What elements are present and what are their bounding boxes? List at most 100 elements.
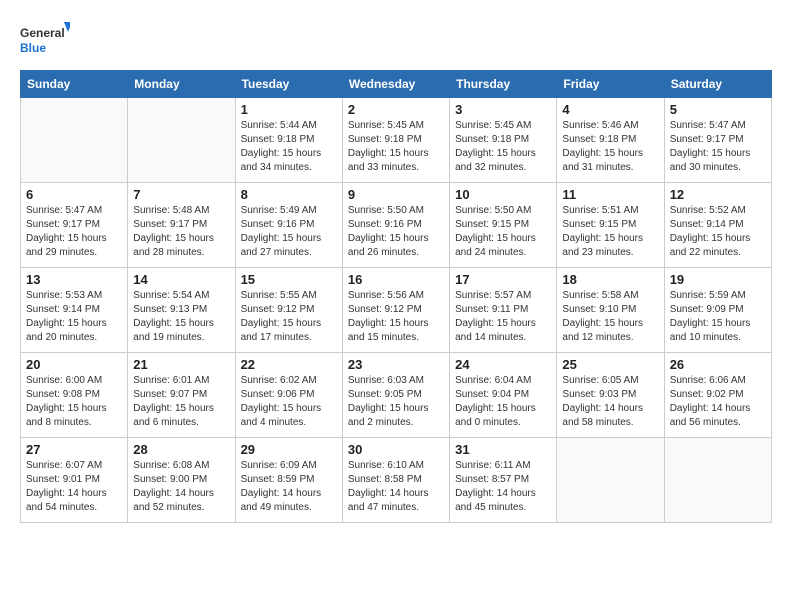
calendar-cell: 18 Sunrise: 5:58 AM Sunset: 9:10 PM Dayli… (557, 268, 664, 353)
day-info: Sunrise: 6:07 AM Sunset: 9:01 PM Dayligh… (26, 459, 122, 515)
calendar-cell (664, 438, 771, 523)
col-header-sunday: Sunday (21, 71, 128, 98)
calendar-cell: 4 Sunrise: 5:46 AM Sunset: 9:18 PM Daylig… (557, 98, 664, 183)
calendar-cell: 15 Sunrise: 5:55 AM Sunset: 9:12 PM Dayli… (235, 268, 342, 353)
week-row-5: 27Sunrise: 6:07 AM Sunset: 9:01 PM Dayli… (21, 438, 772, 523)
day-number: 8 (241, 187, 337, 202)
day-info: Sunrise: 5:44 AM Sunset: 9:18 PM Dayligh… (241, 119, 337, 175)
day-number: 11 (562, 187, 658, 202)
calendar-cell: 11 Sunrise: 5:51 AM Sunset: 9:15 PM Dayli… (557, 183, 664, 268)
day-info: Sunrise: 6:08 AM Sunset: 9:00 PM Dayligh… (133, 459, 229, 515)
day-info: Sunrise: 5:56 AM Sunset: 9:12 PM Dayligh… (348, 289, 444, 345)
day-info: Sunrise: 6:09 AM Sunset: 8:59 PM Dayligh… (241, 459, 337, 515)
day-number: 31 (455, 442, 551, 457)
day-info: Sunrise: 5:54 AM Sunset: 9:13 PM Dayligh… (133, 289, 229, 345)
calendar-cell: 27Sunrise: 6:07 AM Sunset: 9:01 PM Dayli… (21, 438, 128, 523)
calendar-cell: 25Sunrise: 6:05 AM Sunset: 9:03 PM Dayli… (557, 353, 664, 438)
day-info: Sunrise: 5:47 AM Sunset: 9:17 PM Dayligh… (26, 204, 122, 260)
day-info: Sunrise: 6:06 AM Sunset: 9:02 PM Dayligh… (670, 374, 766, 430)
day-number: 3 (455, 102, 551, 117)
day-number: 2 (348, 102, 444, 117)
calendar-cell: 31 Sunrise: 6:11 AM Sunset: 8:57 PM Dayli… (450, 438, 557, 523)
day-number: 29 (241, 442, 337, 457)
svg-text:General: General (20, 26, 65, 40)
day-info: Sunrise: 5:47 AM Sunset: 9:17 PM Dayligh… (670, 119, 766, 175)
calendar-cell: 16 Sunrise: 5:56 AM Sunset: 9:12 PM Dayli… (342, 268, 449, 353)
day-info: Sunrise: 5:50 AM Sunset: 9:16 PM Dayligh… (348, 204, 444, 260)
day-number: 18 (562, 272, 658, 287)
day-info: Sunrise: 6:03 AM Sunset: 9:05 PM Dayligh… (348, 374, 444, 430)
calendar-cell: 3 Sunrise: 5:45 AM Sunset: 9:18 PM Daylig… (450, 98, 557, 183)
day-info: Sunrise: 5:59 AM Sunset: 9:09 PM Dayligh… (670, 289, 766, 345)
week-row-4: 20 Sunrise: 6:00 AM Sunset: 9:08 PM Dayli… (21, 353, 772, 438)
calendar-cell: 14 Sunrise: 5:54 AM Sunset: 9:13 PM Dayli… (128, 268, 235, 353)
day-number: 26 (670, 357, 766, 372)
col-header-friday: Friday (557, 71, 664, 98)
calendar-cell: 17Sunrise: 5:57 AM Sunset: 9:11 PM Dayli… (450, 268, 557, 353)
col-header-thursday: Thursday (450, 71, 557, 98)
day-number: 19 (670, 272, 766, 287)
day-number: 22 (241, 357, 337, 372)
day-number: 7 (133, 187, 229, 202)
day-number: 12 (670, 187, 766, 202)
calendar-cell (21, 98, 128, 183)
day-number: 5 (670, 102, 766, 117)
week-row-2: 6 Sunrise: 5:47 AM Sunset: 9:17 PM Daylig… (21, 183, 772, 268)
calendar-cell: 1 Sunrise: 5:44 AM Sunset: 9:18 PM Daylig… (235, 98, 342, 183)
logo: General Blue (20, 20, 70, 60)
calendar-cell: 2 Sunrise: 5:45 AM Sunset: 9:18 PM Daylig… (342, 98, 449, 183)
day-info: Sunrise: 5:45 AM Sunset: 9:18 PM Dayligh… (348, 119, 444, 175)
day-info: Sunrise: 5:52 AM Sunset: 9:14 PM Dayligh… (670, 204, 766, 260)
day-info: Sunrise: 5:55 AM Sunset: 9:12 PM Dayligh… (241, 289, 337, 345)
calendar-cell: 21 Sunrise: 6:01 AM Sunset: 9:07 PM Dayli… (128, 353, 235, 438)
day-number: 13 (26, 272, 122, 287)
day-number: 1 (241, 102, 337, 117)
day-info: Sunrise: 6:02 AM Sunset: 9:06 PM Dayligh… (241, 374, 337, 430)
day-number: 24 (455, 357, 551, 372)
calendar-cell: 7 Sunrise: 5:48 AM Sunset: 9:17 PM Daylig… (128, 183, 235, 268)
day-number: 30 (348, 442, 444, 457)
calendar-cell: 23 Sunrise: 6:03 AM Sunset: 9:05 PM Dayli… (342, 353, 449, 438)
calendar-cell: 13Sunrise: 5:53 AM Sunset: 9:14 PM Dayli… (21, 268, 128, 353)
calendar-cell (557, 438, 664, 523)
day-info: Sunrise: 5:50 AM Sunset: 9:15 PM Dayligh… (455, 204, 551, 260)
day-number: 15 (241, 272, 337, 287)
calendar-cell: 5 Sunrise: 5:47 AM Sunset: 9:17 PM Daylig… (664, 98, 771, 183)
calendar-cell: 6 Sunrise: 5:47 AM Sunset: 9:17 PM Daylig… (21, 183, 128, 268)
day-number: 6 (26, 187, 122, 202)
calendar-header-row: SundayMondayTuesdayWednesdayThursdayFrid… (21, 71, 772, 98)
day-info: Sunrise: 5:46 AM Sunset: 9:18 PM Dayligh… (562, 119, 658, 175)
logo-svg: General Blue (20, 20, 70, 60)
day-info: Sunrise: 5:51 AM Sunset: 9:15 PM Dayligh… (562, 204, 658, 260)
day-number: 20 (26, 357, 122, 372)
col-header-saturday: Saturday (664, 71, 771, 98)
day-number: 21 (133, 357, 229, 372)
col-header-monday: Monday (128, 71, 235, 98)
svg-text:Blue: Blue (20, 41, 46, 55)
day-number: 14 (133, 272, 229, 287)
day-number: 9 (348, 187, 444, 202)
day-info: Sunrise: 5:57 AM Sunset: 9:11 PM Dayligh… (455, 289, 551, 345)
day-number: 10 (455, 187, 551, 202)
day-info: Sunrise: 5:48 AM Sunset: 9:17 PM Dayligh… (133, 204, 229, 260)
calendar-cell: 10 Sunrise: 5:50 AM Sunset: 9:15 PM Dayli… (450, 183, 557, 268)
day-number: 4 (562, 102, 658, 117)
day-info: Sunrise: 5:45 AM Sunset: 9:18 PM Dayligh… (455, 119, 551, 175)
calendar-table: SundayMondayTuesdayWednesdayThursdayFrid… (20, 70, 772, 523)
calendar-cell: 20 Sunrise: 6:00 AM Sunset: 9:08 PM Dayli… (21, 353, 128, 438)
col-header-wednesday: Wednesday (342, 71, 449, 98)
day-info: Sunrise: 6:00 AM Sunset: 9:08 PM Dayligh… (26, 374, 122, 430)
calendar-cell: 22 Sunrise: 6:02 AM Sunset: 9:06 PM Dayli… (235, 353, 342, 438)
calendar-cell: 12 Sunrise: 5:52 AM Sunset: 9:14 PM Dayli… (664, 183, 771, 268)
calendar-cell: 24 Sunrise: 6:04 AM Sunset: 9:04 PM Dayli… (450, 353, 557, 438)
day-info: Sunrise: 6:04 AM Sunset: 9:04 PM Dayligh… (455, 374, 551, 430)
calendar-cell: 19 Sunrise: 5:59 AM Sunset: 9:09 PM Dayli… (664, 268, 771, 353)
day-number: 23 (348, 357, 444, 372)
day-info: Sunrise: 5:58 AM Sunset: 9:10 PM Dayligh… (562, 289, 658, 345)
day-info: Sunrise: 6:01 AM Sunset: 9:07 PM Dayligh… (133, 374, 229, 430)
page-header: General Blue (20, 20, 772, 60)
calendar-cell: 9 Sunrise: 5:50 AM Sunset: 9:16 PM Daylig… (342, 183, 449, 268)
calendar-cell: 30Sunrise: 6:10 AM Sunset: 8:58 PM Dayli… (342, 438, 449, 523)
day-info: Sunrise: 6:11 AM Sunset: 8:57 PM Dayligh… (455, 459, 551, 515)
day-number: 16 (348, 272, 444, 287)
